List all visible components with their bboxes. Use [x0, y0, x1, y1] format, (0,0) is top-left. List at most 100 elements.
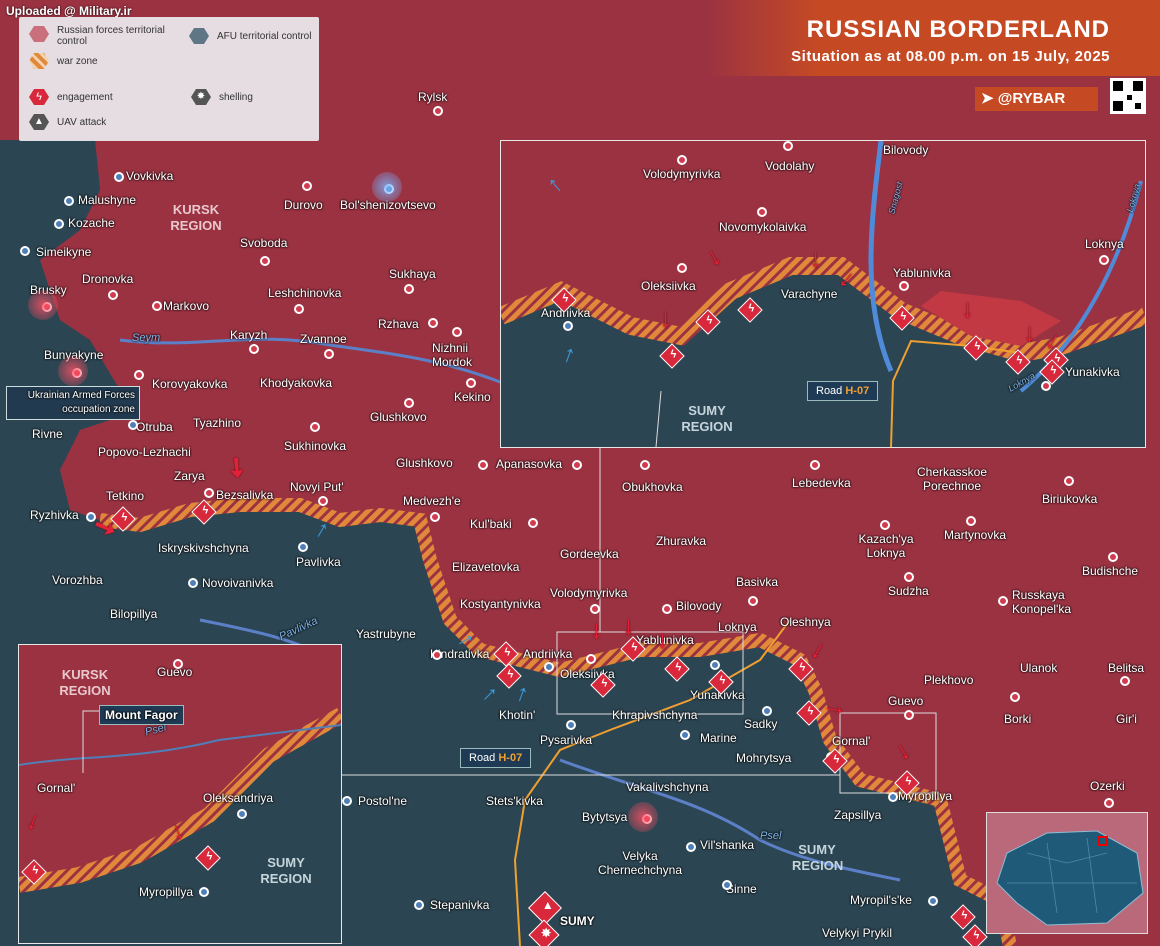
- place-pavlivka: Pavlivka: [296, 555, 341, 569]
- pin-sukhaya: [404, 284, 414, 294]
- place-otruba: Otruba: [136, 420, 173, 434]
- inset-place-oleksandriya: Oleksandriya: [203, 791, 274, 805]
- legend-afu: AFU territorial control: [217, 31, 312, 42]
- pin-medvezhe: [430, 512, 440, 522]
- pin-vilshanka: [686, 842, 696, 852]
- map-title: RUSSIAN BORDERLAND: [806, 16, 1110, 43]
- place-yastrubyne: Yastrubyne: [356, 627, 416, 641]
- pin-simeikyne: [20, 246, 30, 256]
- red-arrow-icon: ↓: [659, 303, 672, 333]
- place-mohrytsya: Mohrytsya: [736, 751, 792, 765]
- place-bytytsya: Bytytsya: [582, 810, 628, 824]
- place-vakalivshchyna: Vakalivshchyna: [626, 780, 709, 794]
- place-ulanok: Ulanok: [1020, 661, 1058, 675]
- red-arrow-icon: ↓: [1023, 317, 1036, 347]
- pin-marine: [680, 730, 690, 740]
- pin-rylsk: [433, 106, 443, 116]
- legend-engagement: engagement: [57, 92, 113, 103]
- place-novoivanivka: Novoivanivka: [202, 576, 274, 590]
- inset-place-vodolahy: Vodolahy: [765, 159, 815, 173]
- place-oleshnya: Oleshnya: [780, 615, 831, 629]
- pin-sinne: [722, 880, 732, 890]
- place-velykyi-prykil: Velykyi Prykil: [822, 926, 893, 940]
- inset-pin-oleksiivka: [677, 263, 687, 273]
- inset-place-yunakivka: Yunakivka: [1065, 365, 1120, 379]
- place-korovyakovka: Korovyakovka: [152, 377, 228, 391]
- place-sudzha: Sudzha: [888, 584, 929, 598]
- pin-pysarivka: [566, 720, 576, 730]
- inset-region-sumy2: SUMY REGION: [260, 855, 312, 886]
- place-novyi-put: Novyi Put': [290, 480, 344, 494]
- map-subtitle: Situation as at 08.00 p.m. on 15 July, 2…: [791, 48, 1110, 65]
- place-vilshanka: Vil'shanka: [700, 838, 755, 852]
- place-belitsa: Belitsa: [1108, 661, 1145, 675]
- pin-kazachya: [880, 520, 890, 530]
- inset-place-oleksiivka: Oleksiivka: [641, 279, 696, 293]
- inset-region-kursk: KURSK REGION: [59, 667, 111, 698]
- place-kekino: Kekino: [454, 390, 491, 404]
- telegram-icon: ➤: [981, 90, 998, 107]
- inset-road-prefix: Road: [816, 385, 846, 397]
- russian-control-swatch: [29, 26, 49, 42]
- region-sumy: SUMY REGION: [792, 842, 844, 873]
- place-bilopillya: Bilopillya: [110, 607, 158, 621]
- place-ozerki: Ozerki: [1090, 779, 1125, 793]
- pin-kozache: [54, 219, 64, 229]
- pin-stepanivka: [414, 900, 424, 910]
- inset-yunakivka: Volodymyrivka Vodolahy Bilovody Novomyko…: [500, 140, 1146, 448]
- glow-brusky: [28, 290, 58, 320]
- pin-leshchinovka: [294, 304, 304, 314]
- pin-martynovka: [966, 516, 976, 526]
- place-markovo: Markovo: [163, 299, 210, 313]
- afu-control-swatch: [189, 28, 209, 44]
- place-basivka: Basivka: [736, 575, 779, 589]
- pin-nizhnii-mordok: [452, 327, 462, 337]
- pin-bezsalivka: [204, 488, 214, 498]
- mount-fagor-label: Mount Fagor: [99, 705, 184, 725]
- pin-postolne: [342, 796, 352, 806]
- inset-place-loknya: Loknya: [1085, 237, 1124, 251]
- place-leshchinovka: Leshchinovka: [268, 286, 342, 300]
- inset-place-yablunivka: Yablunivka: [893, 266, 951, 280]
- glow-bytytsya: [628, 802, 658, 832]
- overview-minimap: [986, 812, 1148, 934]
- place-kostyantynivka: Kostyantynivka: [460, 597, 541, 611]
- qr-code-icon: [1110, 78, 1146, 114]
- pin-yunakivka: [710, 660, 720, 670]
- place-iskryskivshchyna: Iskryskivshchyna: [158, 541, 249, 555]
- place-sukhaya: Sukhaya: [389, 267, 436, 281]
- road-prefix: Road: [469, 752, 499, 764]
- psel-label: Psel: [760, 830, 782, 842]
- inset-place-varachyne: Varachyne: [781, 287, 838, 301]
- pin-sukhinovka: [310, 422, 320, 432]
- place-plekhovo: Plekhovo: [924, 673, 974, 687]
- inset-road-h07-label: Road H-07: [807, 381, 879, 401]
- pin-oleksiivka: [586, 654, 596, 664]
- place-volodymyrivka: Volodymyrivka: [550, 586, 628, 600]
- place-kazachya: Kazach'ya Loknya: [858, 532, 914, 560]
- road-code: H-07: [498, 752, 523, 764]
- place-biriukovka: Biriukovka: [1042, 492, 1098, 506]
- place-rivne: Rivne: [32, 427, 63, 441]
- place-kulbaki: Kul'baki: [470, 517, 512, 531]
- place-andriivka: Andriivka: [523, 647, 573, 661]
- pin-bilovody: [662, 604, 672, 614]
- place-elizavetovka: Elizavetovka: [452, 560, 520, 574]
- pin-yastrubyne: [432, 650, 442, 660]
- place-cherkasskoe: Cherkasskoe Porechnoe: [916, 465, 988, 493]
- place-postolne: Postol'ne: [358, 794, 407, 808]
- pin-rzhava: [428, 318, 438, 328]
- uav-icon: ▲: [29, 114, 49, 130]
- place-simeikyne: Simeikyne: [36, 245, 92, 259]
- pin-lebedevka: [810, 460, 820, 470]
- pin-kulbaki: [528, 518, 538, 528]
- pin-zvannoe: [324, 349, 334, 359]
- inset-place-myropillya: Myropillya: [139, 885, 194, 899]
- place-popovo: Popovo-Lezhachi: [98, 445, 191, 459]
- pin-ozerki: [1104, 798, 1114, 808]
- pin-karyzh: [249, 344, 259, 354]
- place-vovkivka: Vovkivka: [126, 169, 174, 183]
- place-martynovka: Martynovka: [944, 528, 1007, 542]
- place-sukhinovka: Sukhinovka: [284, 439, 347, 453]
- pin-volodymyrivka: [590, 604, 600, 614]
